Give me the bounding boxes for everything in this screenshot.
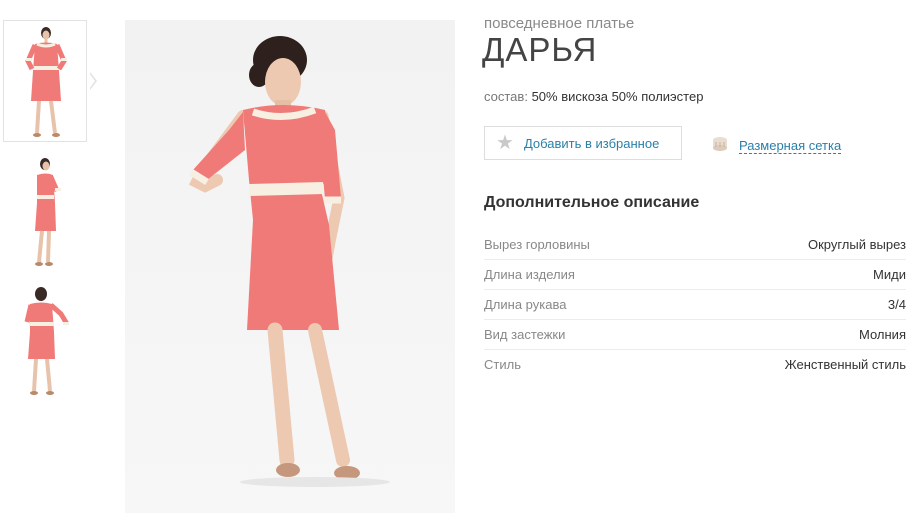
spec-value: Женственный стиль	[784, 357, 906, 372]
size-chart-link[interactable]: Размерная сетка	[711, 136, 842, 155]
composition-label: состав:	[484, 89, 528, 104]
dress-front-thumb-image	[25, 27, 67, 137]
spec-value: Миди	[873, 267, 906, 282]
product-category: повседневное платье	[484, 15, 635, 32]
spec-value: Округлый вырез	[807, 237, 906, 252]
thumbnail-side[interactable]	[3, 150, 87, 270]
dress-side-thumb-image	[35, 158, 61, 266]
spec-value: Молния	[859, 327, 906, 342]
spec-row-neckline: Вырез горловины Округлый вырез	[484, 230, 906, 260]
measuring-tape-icon	[711, 136, 729, 155]
selected-thumb-arrow	[89, 72, 97, 90]
spec-row-length: Длина изделия Миди	[484, 260, 906, 290]
product-title: ДАРЬЯ	[482, 31, 598, 68]
thumbnail-back[interactable]	[3, 279, 87, 399]
spec-key: Длина изделия	[484, 267, 575, 282]
spec-key: Вырез горловины	[484, 237, 590, 252]
spec-row-style: Стиль Женственный стиль	[484, 350, 906, 379]
spec-key: Стиль	[484, 357, 521, 372]
specs-table: Вырез горловины Округлый вырез Длина изд…	[484, 230, 906, 379]
product-composition: состав: 50% вискоза 50% полиэстер	[484, 89, 703, 104]
spec-value: 3/4	[887, 297, 906, 312]
star-icon: ★	[496, 132, 514, 154]
main-product-photo[interactable]	[125, 20, 455, 513]
composition-value: 50% вискоза 50% полиэстер	[531, 89, 704, 104]
spec-row-sleeve: Длина рукава 3/4	[484, 290, 906, 320]
thumbnail-front[interactable]	[3, 20, 87, 142]
spec-key: Длина рукава	[484, 297, 567, 312]
add-to-favorites-label: Добавить в избранное	[523, 135, 660, 151]
add-to-favorites-button[interactable]: ★ Добавить в избранное	[484, 126, 682, 160]
description-heading: Дополнительное описание	[484, 194, 700, 211]
spec-key: Вид застежки	[484, 327, 566, 342]
dress-model-image	[188, 36, 390, 487]
dress-back-thumb-image	[24, 287, 70, 395]
size-chart-label: Размерная сетка	[739, 137, 842, 154]
spec-row-fastener: Вид застежки Молния	[484, 320, 906, 350]
